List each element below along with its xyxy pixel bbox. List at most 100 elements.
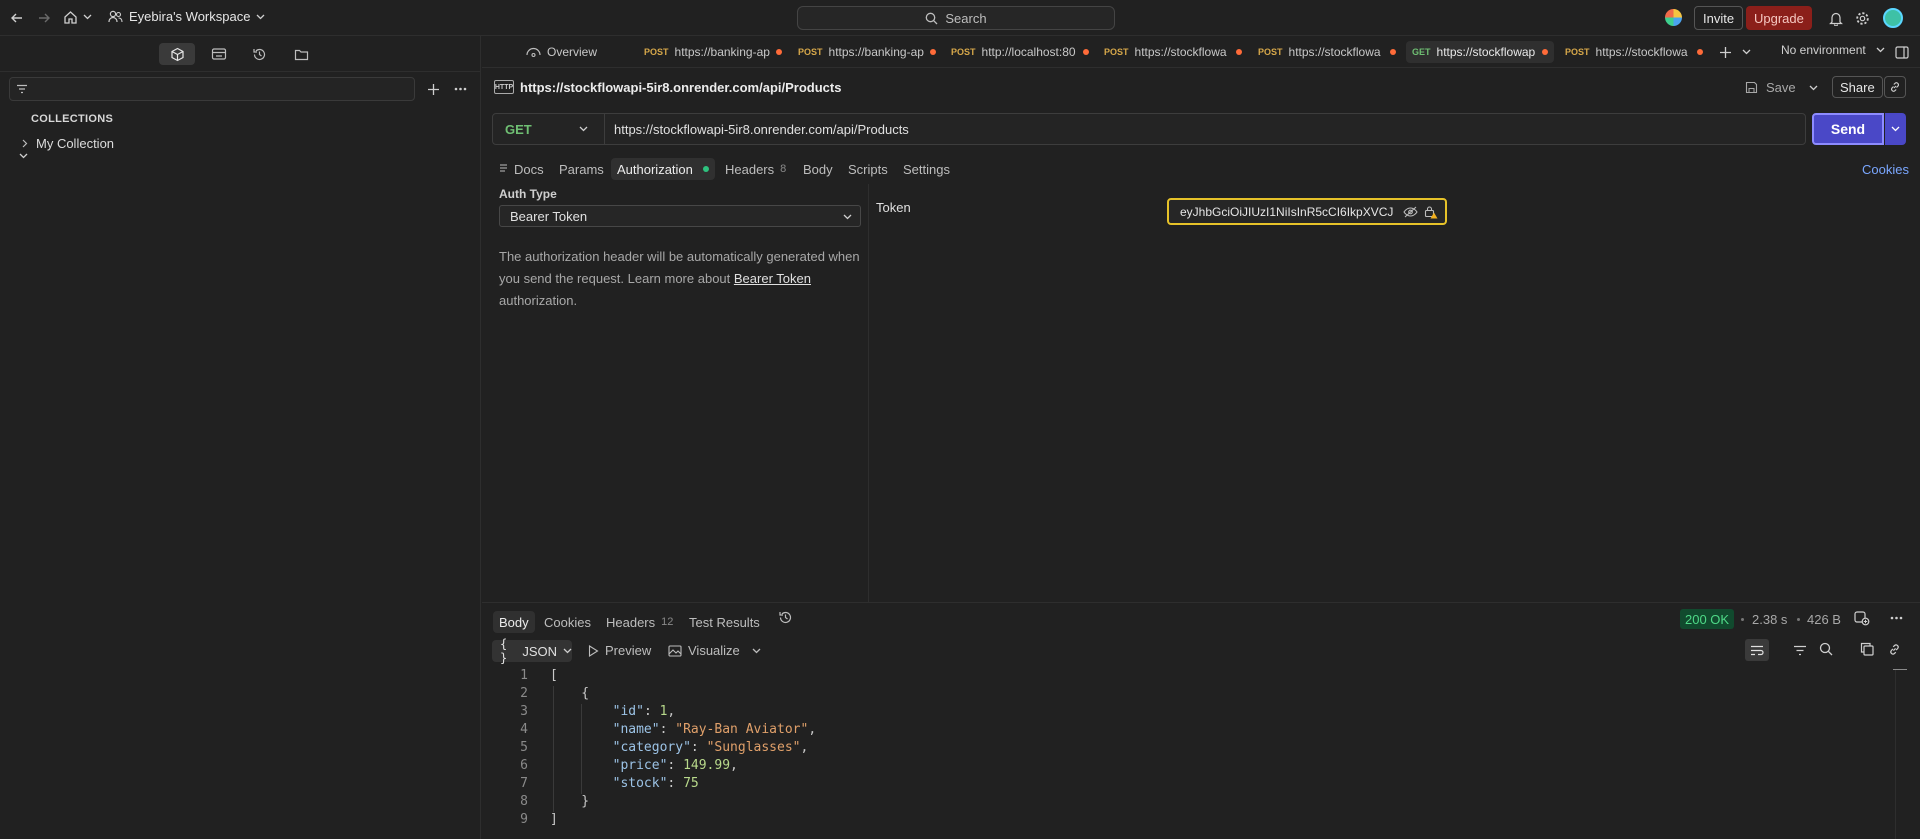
- chevron-down-icon[interactable]: [1741, 48, 1751, 56]
- new-tab-icon[interactable]: [1718, 45, 1732, 59]
- tab-request[interactable]: POST https://banking-ap: [798, 41, 936, 63]
- auth-description: The authorization header will be automat…: [499, 246, 869, 312]
- bell-icon[interactable]: [1828, 10, 1844, 26]
- response-tab-headers[interactable]: Headers 12: [606, 611, 673, 633]
- environment-selector[interactable]: No environment: [1781, 43, 1885, 57]
- response-tab-test-results[interactable]: Test Results: [689, 611, 760, 633]
- scrollbar-track[interactable]: [1895, 670, 1896, 839]
- preview-button[interactable]: Preview: [588, 643, 651, 658]
- tab-request[interactable]: POST https://stockflowa: [1104, 41, 1242, 63]
- response-size[interactable]: 426 B: [1807, 612, 1841, 627]
- tab-label: Overview: [547, 45, 598, 59]
- token-value: eyJhbGciOiJIUzI1NiIsInR5cCI6IkpXVCJ: [1180, 204, 1394, 219]
- token-input[interactable]: eyJhbGciOiJIUzI1NiIsInR5cCI6IkpXVCJ: [1167, 198, 1447, 225]
- more-options-icon[interactable]: [1888, 613, 1904, 623]
- add-icon[interactable]: [425, 81, 441, 97]
- tab-headers[interactable]: Headers 8: [725, 158, 786, 180]
- line-number: 5: [520, 740, 528, 755]
- json-key: "category": [612, 740, 691, 755]
- chevron-down-icon: [579, 126, 588, 132]
- link-icon[interactable]: [1884, 76, 1906, 98]
- send-button[interactable]: Send: [1812, 113, 1884, 145]
- method-select[interactable]: GET: [493, 114, 605, 144]
- gear-icon[interactable]: [1854, 10, 1870, 26]
- tab-docs[interactable]: Docs: [499, 158, 544, 180]
- home-icon[interactable]: [62, 9, 78, 25]
- chevron-down-icon[interactable]: [1808, 83, 1818, 93]
- history-icon[interactable]: [778, 610, 793, 625]
- back-arrow-icon[interactable]: [9, 10, 25, 26]
- tab-params[interactable]: Params: [559, 158, 604, 180]
- tab-request-active[interactable]: GET https://stockflowap: [1406, 41, 1554, 63]
- chevron-down-icon[interactable]: [19, 153, 28, 159]
- visualize-button[interactable]: Visualize: [668, 643, 761, 658]
- search-icon[interactable]: [1818, 641, 1834, 657]
- format-select[interactable]: { } JSON: [492, 637, 572, 665]
- request-title[interactable]: https://stockflowapi-5ir8.onrender.com/a…: [520, 80, 841, 95]
- invite-button[interactable]: Invite: [1694, 6, 1744, 30]
- tab-url: https://banking-ap: [674, 45, 770, 59]
- unsaved-dot: [775, 49, 782, 55]
- files-tab[interactable]: [283, 43, 319, 65]
- tab-authorization[interactable]: Authorization: [611, 158, 715, 180]
- copy-icon[interactable]: [1859, 641, 1875, 657]
- tab-url: https://stockflowa: [1595, 45, 1688, 59]
- collections-tab[interactable]: [159, 43, 195, 65]
- more-options-icon[interactable]: [452, 81, 468, 97]
- separator-dot: [1741, 618, 1744, 621]
- tab-overview[interactable]: Overview: [526, 41, 597, 63]
- line-number: 4: [520, 722, 528, 737]
- line-number: 1: [520, 668, 528, 683]
- tab-request[interactable]: POST https://stockflowa: [1565, 41, 1703, 63]
- wrap-lines-icon[interactable]: [1745, 639, 1769, 661]
- save-response-icon[interactable]: [1854, 610, 1870, 626]
- tab-request[interactable]: POST http://localhost:80: [951, 41, 1089, 63]
- tab-url: http://localhost:80: [981, 45, 1076, 59]
- response-tab-body[interactable]: Body: [493, 611, 535, 633]
- send-options-button[interactable]: [1885, 113, 1906, 145]
- code-line: "stock": 75: [612, 776, 699, 791]
- save-icon: [1745, 81, 1758, 94]
- save-button[interactable]: Save: [1745, 80, 1796, 95]
- sidebar-item-my-collection[interactable]: My Collection: [22, 136, 114, 151]
- response-time[interactable]: 2.38 s: [1752, 612, 1787, 627]
- upgrade-button[interactable]: Upgrade: [1746, 6, 1812, 30]
- lock-warning-icon[interactable]: [1424, 205, 1438, 219]
- tab-body[interactable]: Body: [803, 158, 833, 180]
- tab-label: Headers: [606, 614, 656, 630]
- tab-settings[interactable]: Settings: [903, 158, 950, 180]
- cookies-link[interactable]: Cookies: [1862, 158, 1909, 180]
- json-value: 149.99: [683, 758, 731, 773]
- history-tab[interactable]: [241, 43, 277, 65]
- search-input[interactable]: Search: [797, 6, 1115, 30]
- status-badge[interactable]: 200 OK: [1680, 609, 1735, 629]
- headers-count: 8: [780, 163, 787, 175]
- user-avatar[interactable]: [1883, 8, 1903, 28]
- forward-arrow-icon[interactable]: [36, 10, 52, 26]
- token-label: Token: [876, 200, 911, 215]
- chevron-down-icon[interactable]: [82, 12, 92, 22]
- chevron-down-icon: [563, 648, 572, 654]
- link-icon[interactable]: [1886, 641, 1902, 657]
- auth-description-text: authorization.: [499, 293, 578, 308]
- workspace-switcher[interactable]: Eyebira's Workspace: [108, 9, 265, 24]
- filter-icon[interactable]: [1792, 642, 1808, 658]
- share-button[interactable]: Share: [1832, 76, 1883, 98]
- line-number: 3: [520, 704, 528, 719]
- tab-request[interactable]: POST https://banking-ap: [644, 41, 782, 63]
- eye-off-icon[interactable]: [1403, 206, 1418, 218]
- environments-tab[interactable]: [201, 43, 237, 65]
- team-avatar[interactable]: [1665, 9, 1682, 26]
- tab-request[interactable]: POST https://stockflowa: [1258, 41, 1396, 63]
- play-icon: [588, 644, 599, 657]
- url-input[interactable]: https://stockflowapi-5ir8.onrender.com/a…: [614, 122, 909, 137]
- sidebar-toggle-icon[interactable]: [1895, 45, 1909, 59]
- bearer-token-link[interactable]: Bearer Token: [734, 271, 811, 286]
- tab-scripts[interactable]: Scripts: [848, 158, 888, 180]
- code-line: "id": 1,: [612, 704, 676, 719]
- method-badge: POST: [1565, 47, 1590, 57]
- auth-type-select[interactable]: Bearer Token: [499, 205, 861, 227]
- filter-input[interactable]: [9, 77, 415, 101]
- sidebar: COLLECTIONS My Collection: [0, 36, 481, 839]
- response-tab-cookies[interactable]: Cookies: [544, 611, 591, 633]
